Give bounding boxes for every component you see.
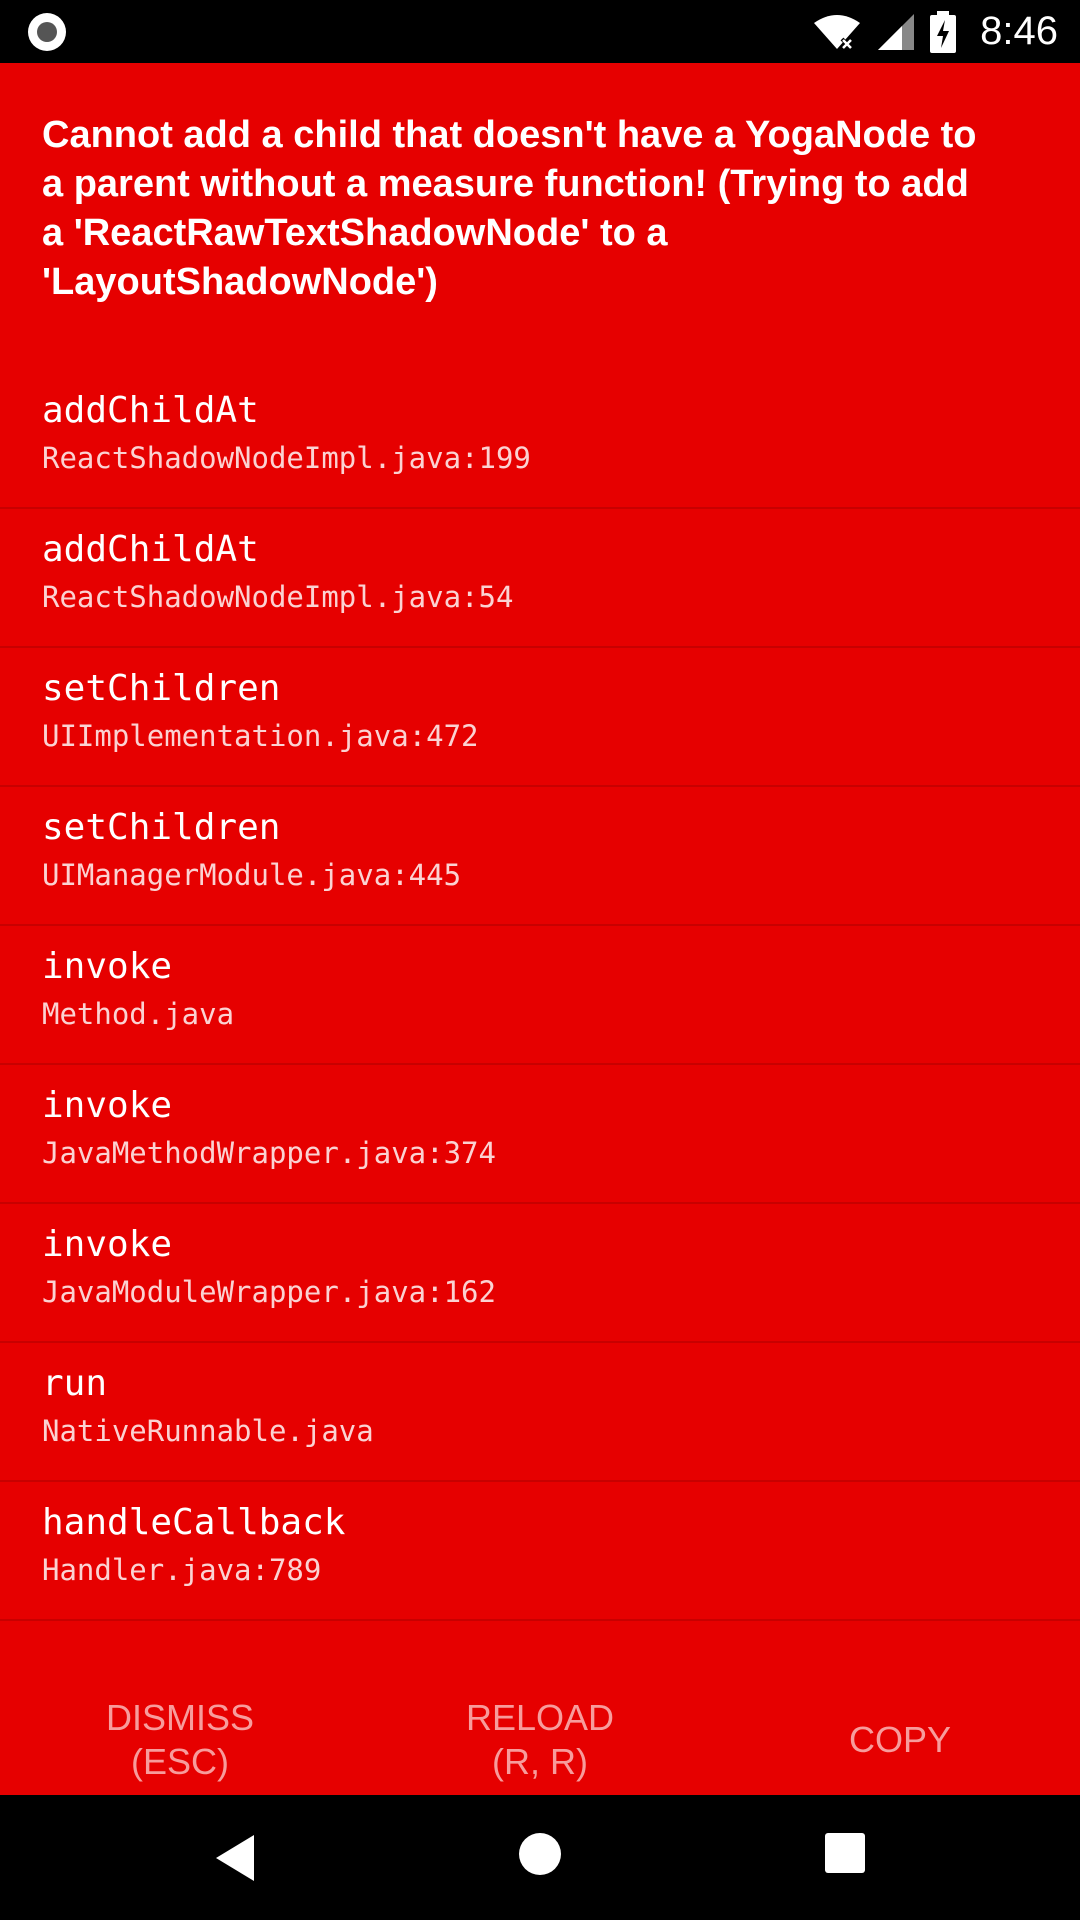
wifi-off-icon: [814, 14, 861, 50]
stack-frame[interactable]: invoke JavaModuleWrapper.java:162: [0, 1204, 1080, 1343]
recents-icon[interactable]: [825, 1833, 865, 1873]
stack-trace-list: addChildAt ReactShadowNodeImpl.java:199 …: [0, 370, 1080, 1621]
frame-method: run: [42, 1363, 108, 1404]
frame-file: UIManagerModule.java:445: [42, 858, 462, 892]
stack-frame[interactable]: addChildAt ReactShadowNodeImpl.java:199: [0, 370, 1080, 509]
copy-button[interactable]: COPY: [720, 1665, 1080, 1795]
dismiss-button[interactable]: DISMISS (ESC): [0, 1665, 360, 1795]
frame-file: JavaModuleWrapper.java:162: [42, 1275, 496, 1309]
frame-method: invoke: [42, 946, 173, 987]
cell-signal-icon: [878, 13, 915, 50]
frame-method: setChildren: [42, 807, 281, 848]
stack-frame[interactable]: handleCallback Handler.java:789: [0, 1482, 1080, 1621]
frame-file: NativeRunnable.java: [42, 1414, 374, 1448]
stack-frame[interactable]: setChildren UIImplementation.java:472: [0, 648, 1080, 787]
frame-file: Handler.java:789: [42, 1553, 322, 1587]
stack-frame[interactable]: invoke JavaMethodWrapper.java:374: [0, 1065, 1080, 1204]
back-icon[interactable]: [216, 1835, 254, 1881]
home-icon[interactable]: [519, 1833, 561, 1875]
frame-method: invoke: [42, 1085, 173, 1126]
frame-file: JavaMethodWrapper.java:374: [42, 1136, 496, 1170]
redbox-error-screen: Cannot add a child that doesn't have a Y…: [0, 63, 1080, 1795]
status-time: 8:46: [980, 9, 1058, 53]
navigation-bar: [0, 1795, 1080, 1920]
frame-file: Method.java: [42, 997, 235, 1031]
record-icon: [28, 13, 66, 51]
stack-frame[interactable]: run NativeRunnable.java: [0, 1343, 1080, 1482]
error-message: Cannot add a child that doesn't have a Y…: [42, 114, 977, 303]
stack-frame[interactable]: invoke Method.java: [0, 926, 1080, 1065]
frame-file: ReactShadowNodeImpl.java:54: [42, 580, 514, 614]
battery-charging-icon: [930, 10, 957, 53]
frame-method: setChildren: [42, 668, 281, 709]
frame-file: ReactShadowNodeImpl.java:199: [42, 441, 531, 475]
frame-method: addChildAt: [42, 529, 259, 570]
stack-frame[interactable]: setChildren UIManagerModule.java:445: [0, 787, 1080, 926]
frame-method: invoke: [42, 1224, 173, 1265]
stack-frame[interactable]: addChildAt ReactShadowNodeImpl.java:54: [0, 509, 1080, 648]
action-button-bar: DISMISS (ESC) RELOAD (R, R) COPY: [0, 1665, 1080, 1795]
frame-file: UIImplementation.java:472: [42, 719, 479, 753]
reload-button[interactable]: RELOAD (R, R): [360, 1665, 720, 1795]
frame-method: handleCallback: [42, 1502, 346, 1543]
status-bar: 8:46: [0, 0, 1080, 63]
frame-method: addChildAt: [42, 390, 259, 431]
status-icons: 8:46: [812, 0, 1058, 63]
